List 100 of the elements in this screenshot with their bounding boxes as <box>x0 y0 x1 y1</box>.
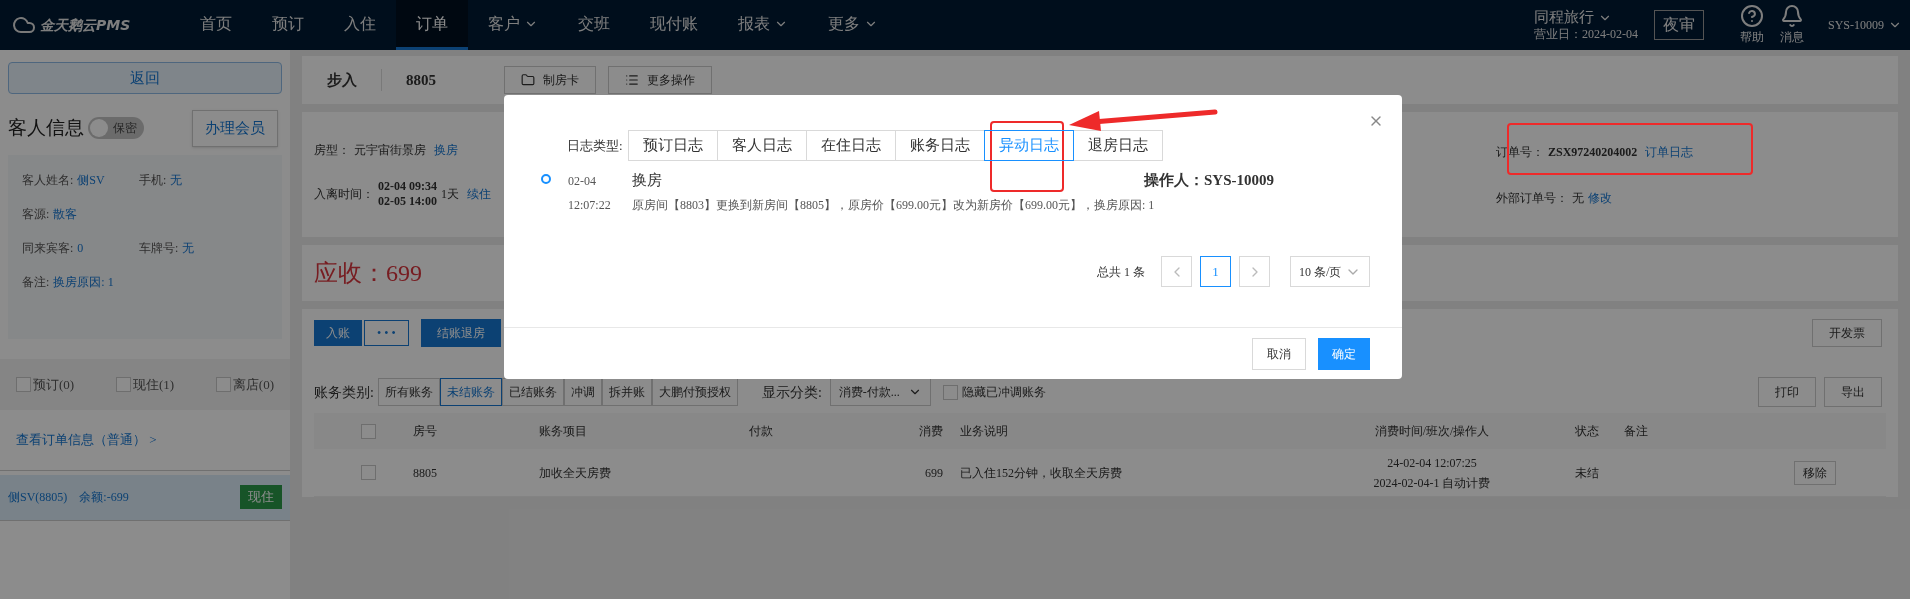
receivable-amount: 699 <box>386 259 422 288</box>
field-label: 同来宾客: <box>22 239 74 257</box>
filter-label: 现住(1) <box>132 375 175 394</box>
toolbar-button[interactable]: 更多操作 <box>608 66 712 94</box>
column-header: 账务项目 <box>539 423 588 440</box>
category-filter[interactable]: 未结账务 <box>439 378 502 406</box>
edit-link[interactable]: 修改 <box>1588 188 1612 207</box>
log-tab[interactable]: 账务日志 <box>894 130 985 161</box>
category-label: 账务类别: <box>314 383 374 402</box>
user-menu[interactable]: SYS-10009 <box>1828 16 1902 34</box>
list-icon <box>625 73 639 87</box>
help-icon <box>1740 4 1764 28</box>
post-button[interactable]: 入账 <box>314 320 362 346</box>
nav-tab[interactable]: 订单 <box>396 0 468 50</box>
messages-button[interactable]: 消息 <box>1780 4 1804 46</box>
change-room-link[interactable]: 换房 <box>434 140 458 159</box>
page-button[interactable]: 1 <box>1200 256 1231 287</box>
nav-tab[interactable]: 客户 <box>468 0 558 50</box>
log-tab[interactable]: 在住日志 <box>805 130 896 161</box>
checkbox[interactable] <box>361 423 376 439</box>
field-value: 散客 <box>53 205 78 223</box>
table-cell-text: 699 <box>924 464 943 482</box>
filter-label: 预订(0) <box>33 375 75 394</box>
field-value: 无 <box>1572 189 1584 207</box>
remove-button[interactable]: 移除 <box>1794 460 1836 485</box>
back-button[interactable]: 返回 <box>8 62 282 94</box>
order-source: 步入 <box>327 68 382 92</box>
field-label: 备注: <box>22 273 50 291</box>
export-button[interactable]: 导出 <box>1824 377 1882 407</box>
field-label: 入离时间： <box>314 185 374 203</box>
nav-tab[interactable]: 预订 <box>252 0 324 50</box>
log-tab[interactable]: 预订日志 <box>627 130 718 161</box>
room-number: 8805 <box>405 70 437 90</box>
log-tab[interactable]: 退房日志 <box>1072 130 1163 161</box>
nav-tab[interactable]: 交班 <box>558 0 630 50</box>
log-time: 12:07:22 <box>568 197 612 214</box>
log-operator: 操作人：SYS-10009 <box>1144 171 1274 190</box>
log-title: 换房 <box>632 171 662 190</box>
log-date: 02-04 <box>568 173 597 190</box>
field-value: 换房原因: 1 <box>53 273 114 291</box>
nights: 1天 <box>441 185 459 203</box>
checkbox[interactable] <box>16 376 31 392</box>
nav-tab[interactable]: 入住 <box>324 0 396 50</box>
cancel-button[interactable]: 取消 <box>1252 337 1306 370</box>
column-header: 状态 <box>1574 423 1600 440</box>
night-audit-button[interactable]: 夜审 <box>1654 10 1704 40</box>
log-tab[interactable]: 异动日志 <box>983 130 1074 161</box>
log-detail: 原房间【8803】更换到新房间【8805】，原房价【699.00元】改为新房价【699.00元】，换房原因: 1 <box>632 196 1156 214</box>
log-tab[interactable]: 客人日志 <box>716 130 807 161</box>
nav-tab[interactable]: 更多 <box>808 0 898 50</box>
folder-icon <box>521 73 535 87</box>
order-info-link[interactable]: 查看订单信息（普通） > <box>16 432 157 447</box>
field-value: 无 <box>170 171 183 189</box>
table-cell-text: 未结 <box>1574 464 1600 482</box>
table-cell-text: 8805 <box>413 464 438 482</box>
print-button[interactable]: 打印 <box>1758 377 1816 407</box>
check-in-time: 02-04 09:34 <box>378 178 437 194</box>
more-button[interactable]: • • • <box>364 320 409 346</box>
table-cell-text: 2024-02-04-1 自动计费 <box>1373 474 1491 492</box>
category-filter[interactable]: 所有账务 <box>377 378 440 406</box>
check-out-time: 02-05 14:00 <box>378 193 437 209</box>
column-header: 付款 <box>749 423 774 440</box>
checkbox[interactable] <box>361 465 376 480</box>
field-value: 侧SV <box>77 171 105 189</box>
member-button[interactable]: 办理会员 <box>192 110 278 147</box>
field-label: 房型： <box>314 141 350 159</box>
guest-balance: 余额:-699 <box>79 489 129 506</box>
checkbox[interactable] <box>215 376 231 392</box>
hotel-selector[interactable]: 同程旅行 <box>1534 8 1638 27</box>
order-log-link[interactable]: 订单日志 <box>1645 142 1694 161</box>
next-page-button[interactable] <box>1239 256 1270 287</box>
nav-tab[interactable]: 现付账 <box>630 0 718 50</box>
field-value: 元宇宙街景房 <box>354 141 426 159</box>
invoice-button[interactable]: 开发票 <box>1812 319 1882 347</box>
toolbar-button[interactable]: 制房卡 <box>504 66 596 94</box>
table-cell-text: 已入住152分钟，收取全天房费 <box>959 464 1123 482</box>
help-button[interactable]: 帮助 <box>1740 4 1764 46</box>
previous-page-button[interactable] <box>1161 256 1192 287</box>
checkbox[interactable] <box>115 376 131 392</box>
confirm-button[interactable]: 确定 <box>1318 337 1370 370</box>
extend-link[interactable]: 续住 <box>467 184 491 203</box>
field-label: 客人姓名: <box>22 171 74 189</box>
section-title: 客人信息 <box>8 116 84 140</box>
bell-icon <box>1780 4 1804 28</box>
nav-tab[interactable]: 首页 <box>180 0 252 50</box>
checkout-button[interactable]: 结账退房 <box>420 319 501 347</box>
nav-tab[interactable]: 报表 <box>718 0 808 50</box>
table-cell-text: 加收全天房费 <box>539 464 612 482</box>
filter-label: 离店(0) <box>232 375 274 394</box>
checkbox[interactable] <box>942 384 958 400</box>
receivable-label: 应收： <box>314 259 386 288</box>
field-value: 无 <box>182 239 195 257</box>
page-size-select[interactable]: 10 条/页 <box>1290 256 1370 287</box>
display-label: 显示分类: <box>761 383 822 402</box>
business-day: 营业日：2024-02-04 <box>1534 26 1638 42</box>
guest-row[interactable]: 侧SV(8805) 余额:-699 现住 <box>0 474 290 521</box>
log-type-label: 日志类型: <box>567 136 623 155</box>
field-value: 0 <box>77 239 84 257</box>
privacy-toggle[interactable]: 保密 <box>88 117 144 140</box>
table-cell-text: 24-02-04 12:07:25 <box>1387 454 1477 472</box>
